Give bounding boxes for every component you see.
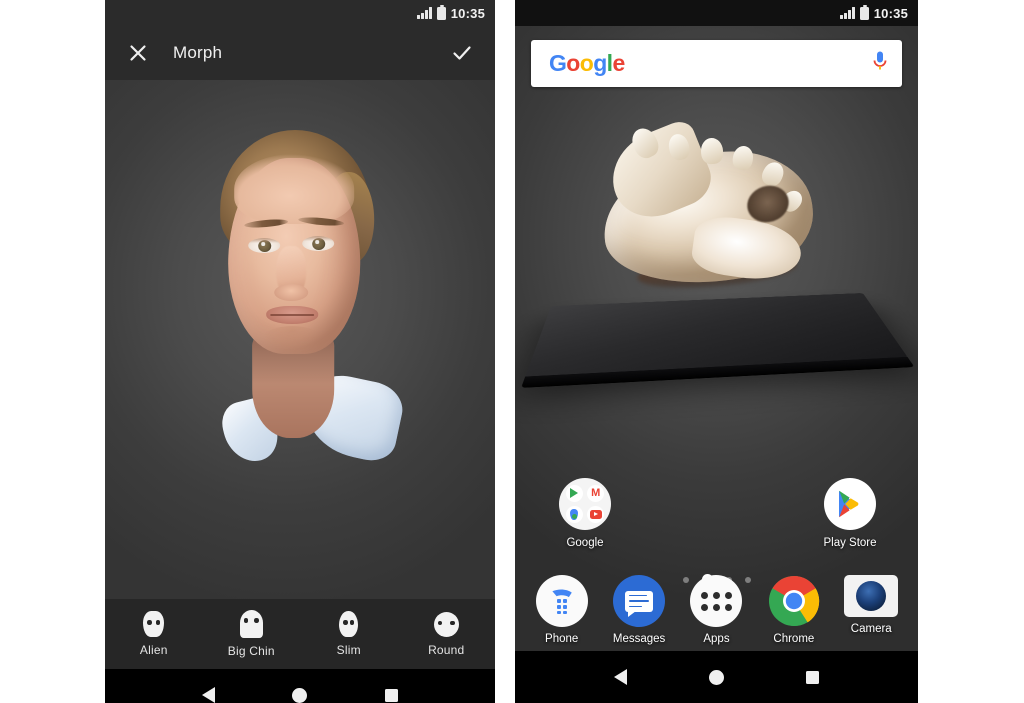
dock-item-label: Chrome bbox=[773, 633, 815, 645]
battery-icon bbox=[436, 4, 446, 20]
microphone-icon[interactable] bbox=[872, 50, 888, 77]
forehead-highlight bbox=[234, 154, 355, 224]
dock-item-label: Phone bbox=[545, 633, 579, 645]
back-triangle-icon[interactable] bbox=[201, 687, 215, 703]
wallpaper-3d-scene bbox=[515, 117, 918, 448]
round-face-icon bbox=[433, 611, 459, 637]
page-title: Morph bbox=[173, 43, 223, 62]
camera-icon bbox=[844, 575, 899, 617]
slim-face-icon bbox=[339, 611, 359, 637]
dock-item-camera[interactable]: Camera bbox=[836, 575, 906, 645]
google-search-bar[interactable]: Google bbox=[531, 40, 902, 87]
morph-option-label: Big Chin bbox=[227, 644, 275, 658]
dock-item-chrome[interactable]: Chrome bbox=[759, 575, 829, 645]
morph-option-round[interactable]: Round bbox=[398, 611, 496, 657]
status-time: 10:35 bbox=[450, 5, 485, 21]
back-triangle-icon[interactable] bbox=[614, 669, 627, 685]
home-circle-icon[interactable] bbox=[292, 687, 308, 703]
signal-bars-icon bbox=[840, 7, 855, 19]
big-chin-face-icon bbox=[239, 610, 263, 638]
status-bar-right: 10:35 bbox=[515, 0, 918, 26]
conch-shell-model bbox=[595, 117, 833, 304]
home-icon-label: Google bbox=[566, 537, 604, 549]
dock-item-apps[interactable]: Apps bbox=[681, 575, 751, 645]
home-screen: Google M Google Play Store Phone Message… bbox=[515, 26, 918, 651]
app-bar: Morph bbox=[105, 26, 495, 80]
dock-bar: Phone Messages Apps Chrome Camera bbox=[515, 575, 918, 645]
home-icon-google-folder[interactable]: M Google bbox=[539, 478, 631, 549]
model-viewport[interactable] bbox=[105, 80, 495, 599]
recents-square-icon[interactable] bbox=[385, 688, 399, 702]
home-circle-icon[interactable] bbox=[709, 669, 724, 685]
phone-icon bbox=[535, 575, 588, 627]
morph-option-big-chin[interactable]: Big Chin bbox=[203, 610, 301, 658]
dock-item-messages[interactable]: Messages bbox=[604, 575, 674, 645]
apps-grid-icon bbox=[690, 575, 743, 627]
home-icon-play-store[interactable]: Play Store bbox=[804, 478, 896, 549]
right-phone-screen: 10:35 Google M Google Play Store Phone M… bbox=[515, 0, 918, 703]
morph-options-bar: Alien Big Chin Slim Round bbox=[105, 599, 495, 669]
dock-item-label: Camera bbox=[850, 623, 892, 635]
display-slab bbox=[524, 293, 909, 378]
nav-bar-left bbox=[105, 669, 495, 703]
dock-item-label: Messages bbox=[612, 633, 666, 645]
nav-bar-right bbox=[515, 651, 918, 703]
lips bbox=[266, 306, 319, 324]
chin-shading bbox=[262, 326, 323, 352]
google-logo: Google bbox=[549, 50, 625, 76]
google-folder-icon: M bbox=[559, 478, 611, 530]
chrome-icon bbox=[768, 575, 820, 627]
morph-option-slim[interactable]: Slim bbox=[300, 611, 398, 657]
eye-right bbox=[302, 236, 335, 251]
left-phone-screen: 10:35 Morph Alien Big Chin Slim Round bbox=[105, 0, 495, 703]
screenshot-canvas: 10:35 Morph Alien Big Chin Slim Round 10… bbox=[0, 0, 1024, 703]
morph-option-label: Slim bbox=[336, 643, 361, 657]
close-icon[interactable] bbox=[125, 40, 151, 66]
face-model bbox=[188, 116, 408, 516]
play-store-icon bbox=[824, 478, 876, 530]
battery-icon bbox=[859, 4, 869, 20]
morph-option-alien[interactable]: Alien bbox=[105, 611, 203, 657]
messages-icon bbox=[613, 575, 666, 627]
alien-face-icon bbox=[143, 611, 165, 637]
morph-option-label: Alien bbox=[139, 643, 168, 657]
recents-square-icon[interactable] bbox=[806, 670, 819, 684]
home-icon-label: Play Store bbox=[823, 537, 877, 549]
dock-item-label: Apps bbox=[703, 633, 730, 645]
status-time: 10:35 bbox=[873, 5, 908, 21]
morph-option-label: Round bbox=[428, 642, 465, 657]
status-bar-left: 10:35 bbox=[105, 0, 495, 26]
search-widget-wrap: Google bbox=[515, 26, 918, 87]
eye-left bbox=[248, 238, 281, 253]
check-icon[interactable] bbox=[449, 40, 475, 66]
nose-tip bbox=[274, 284, 309, 301]
signal-bars-icon bbox=[417, 7, 432, 19]
dock-item-phone[interactable]: Phone bbox=[527, 575, 597, 645]
